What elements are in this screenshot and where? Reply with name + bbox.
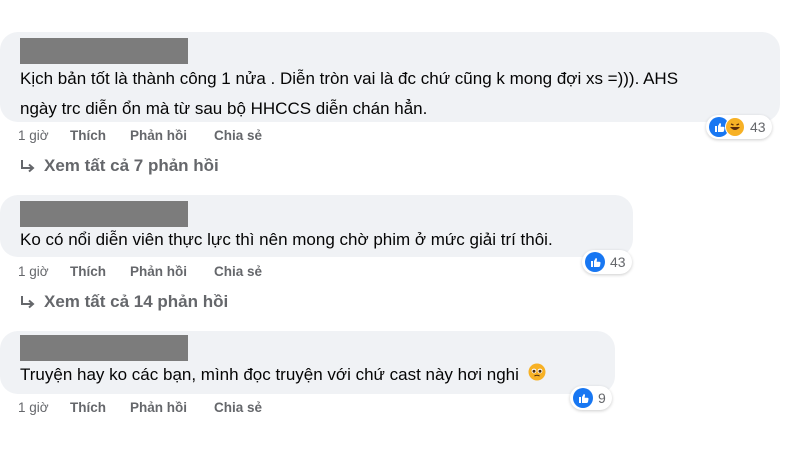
view-replies-label: Xem tất cả 7 phản hồi: [44, 156, 219, 175]
comment-text-line: Ko có nổi diễn viên thực lực thì nên mon…: [20, 230, 553, 249]
comment-time[interactable]: 1 giờ: [18, 400, 70, 415]
like-button[interactable]: Thích: [70, 264, 130, 279]
comment-actions: 1 giờ Thích Phản hồi Chia sẻ: [18, 128, 262, 143]
comment-text-line: Kịch bản tốt là thành công 1 nửa . Diễn …: [20, 69, 679, 88]
reaction-count: 43: [610, 254, 626, 270]
redacted-author-name[interactable]: [20, 201, 188, 227]
comment-text-line: Truyện hay ko các bạn, mình đọc truyện v…: [20, 365, 519, 384]
like-icon: [573, 388, 593, 408]
comment-text: Kịch bản tốt là thành công 1 nửa . Diễn …: [20, 64, 775, 124]
view-replies-label: Xem tất cả 14 phản hồi: [44, 292, 229, 311]
reaction-count: 43: [750, 119, 766, 135]
view-replies-link[interactable]: Xem tất cả 7 phản hồi: [18, 156, 219, 176]
reply-button[interactable]: Phản hồi: [130, 264, 214, 279]
comment-time[interactable]: 1 giờ: [18, 128, 70, 143]
reaction-summary[interactable]: 43: [582, 250, 632, 274]
haha-icon: [725, 117, 745, 137]
share-button[interactable]: Chia sẻ: [214, 128, 262, 143]
reply-arrow-icon: [18, 156, 38, 176]
reply-arrow-icon: [18, 292, 38, 312]
like-icon: [585, 252, 605, 272]
comment-time[interactable]: 1 giờ: [18, 264, 70, 279]
comment-text-line: ngày trc diễn ổn mà từ sau bộ HHCCS diễn…: [20, 99, 428, 118]
like-button[interactable]: Thích: [70, 128, 130, 143]
redacted-author-name[interactable]: [20, 335, 188, 361]
reaction-count: 9: [598, 390, 606, 406]
reaction-summary[interactable]: 9: [570, 386, 612, 410]
redacted-author-name[interactable]: [20, 38, 188, 64]
comment-text: Truyện hay ko các bạn, mình đọc truyện v…: [20, 360, 615, 391]
comment-actions: 1 giờ Thích Phản hồi Chia sẻ: [18, 400, 262, 415]
reply-button[interactable]: Phản hồi: [130, 128, 214, 143]
share-button[interactable]: Chia sẻ: [214, 264, 262, 279]
view-replies-link[interactable]: Xem tất cả 14 phản hồi: [18, 292, 228, 312]
pleading-face-icon: [528, 361, 546, 391]
reaction-summary[interactable]: 43: [706, 115, 772, 139]
like-button[interactable]: Thích: [70, 400, 130, 415]
comment-text: Ko có nổi diễn viên thực lực thì nên mon…: [20, 225, 630, 255]
reply-button[interactable]: Phản hồi: [130, 400, 214, 415]
share-button[interactable]: Chia sẻ: [214, 400, 262, 415]
comment-actions: 1 giờ Thích Phản hồi Chia sẻ: [18, 264, 262, 279]
